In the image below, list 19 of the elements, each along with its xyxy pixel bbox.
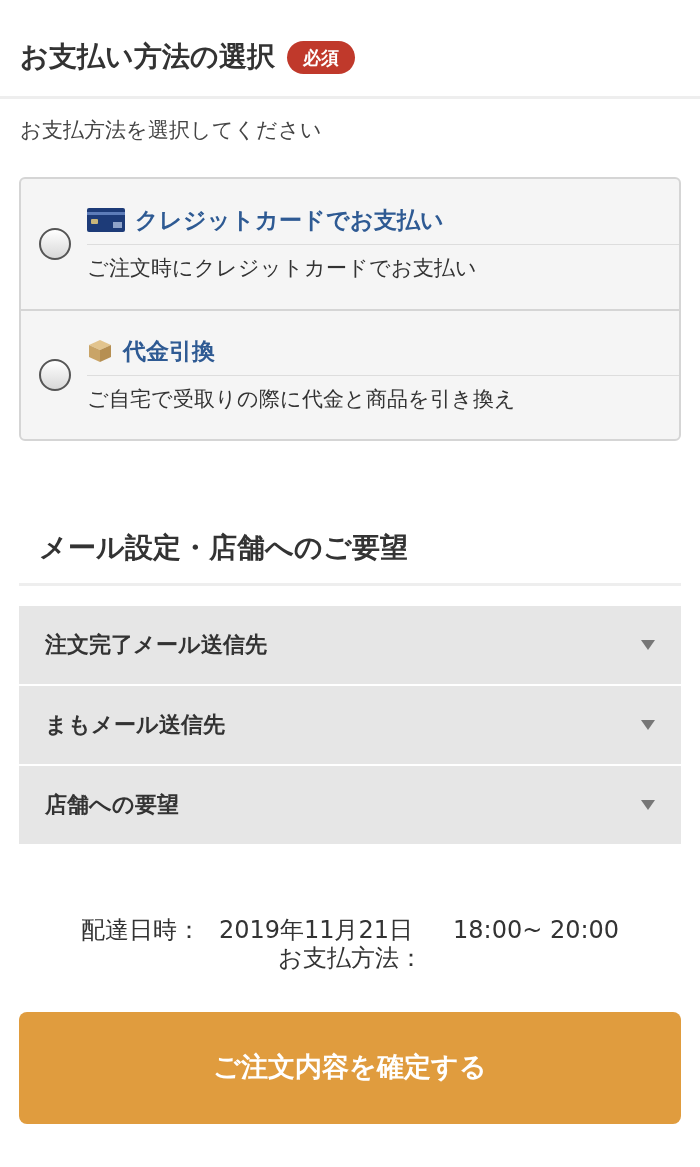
payment-option-description: ご注文時にクレジットカードでお支払い <box>87 254 478 282</box>
radio-button[interactable] <box>39 358 71 391</box>
delivery-date: 2019年11月21日 <box>218 915 414 944</box>
accordion-header[interactable]: 注文完了メール送信先 <box>19 605 681 684</box>
payment-option-label: 代金引換 <box>123 337 215 366</box>
instruction-text: お支払方法を選択してください <box>19 117 323 144</box>
accordion-header[interactable]: 店舗への要望 <box>19 765 681 844</box>
delivery-label: 配達日時： <box>80 915 201 944</box>
payment-option-label: クレジットカードでお支払い <box>135 206 444 235</box>
accordion-header[interactable]: まもメール送信先 <box>19 685 681 764</box>
payment-option-description: ご自宅で受取りの際に代金と商品を引き換え <box>87 385 517 413</box>
required-badge: 必須 <box>287 40 355 74</box>
delivery-time: 18:00~ 20:00 <box>453 915 620 944</box>
radio-button[interactable] <box>39 227 71 260</box>
payment-method-label: お支払方法： <box>277 943 423 972</box>
section-title: メール設定・店舗へのご要望 <box>19 526 681 586</box>
package-icon <box>87 338 113 365</box>
credit-card-icon <box>87 208 125 233</box>
section-title: お支払い方法の選択 <box>20 39 275 75</box>
